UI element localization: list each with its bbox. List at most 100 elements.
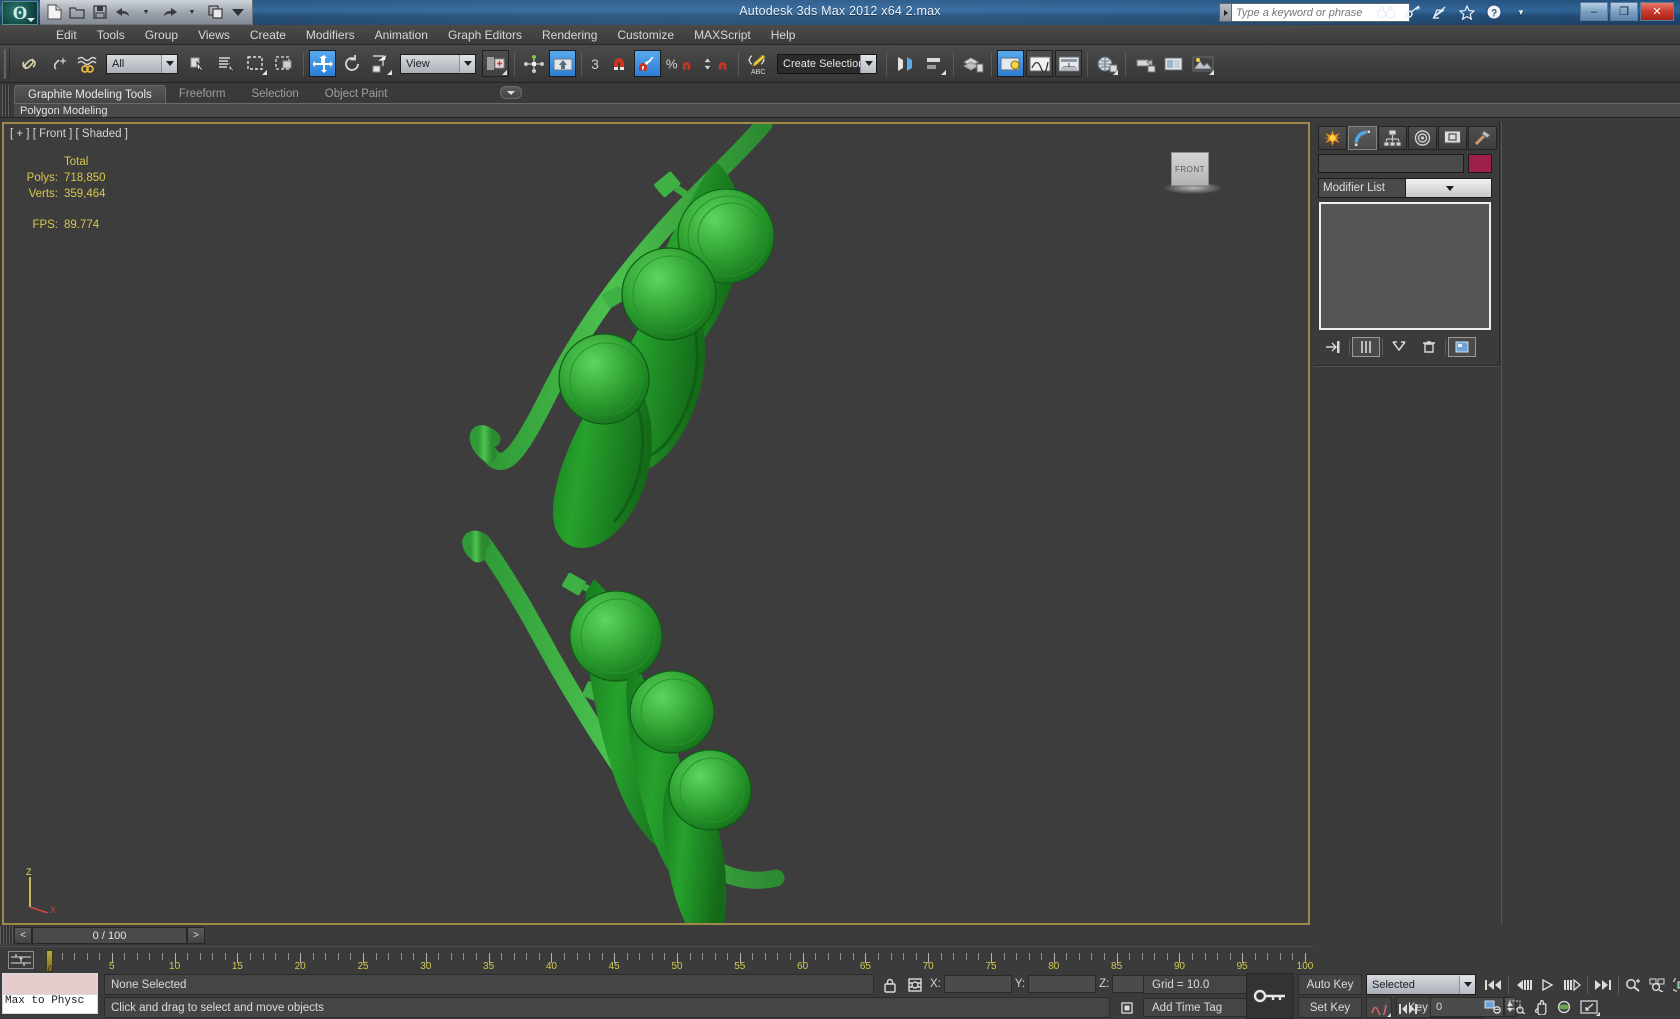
- schematic-view-icon[interactable]: [1055, 50, 1082, 77]
- restore-button[interactable]: ❐: [1610, 2, 1638, 21]
- modifier-list-dropdown[interactable]: Modifier List: [1318, 178, 1492, 198]
- menu-item-rendering[interactable]: Rendering: [532, 26, 607, 44]
- track-bar-ruler[interactable]: 5 10 15 20 25 30 35 40 45 50 55 60 65 70 75 80 85 90 95 100…: [42, 947, 1313, 974]
- select-by-name-icon[interactable]: [213, 50, 240, 77]
- select-object-icon[interactable]: [184, 50, 211, 77]
- render-production-icon[interactable]: [1189, 50, 1216, 77]
- mtp-color-swatch[interactable]: [2, 973, 98, 995]
- menu-item-edit[interactable]: Edit: [46, 26, 87, 44]
- orbit-icon[interactable]: [1554, 997, 1600, 1016]
- angle-snap-toggle-icon[interactable]: [634, 50, 661, 77]
- max-to-physical-widget[interactable]: Max to Physc: [2, 973, 100, 1019]
- set-key-mode-icon[interactable]: [1246, 973, 1294, 1019]
- layer-manager-icon[interactable]: [959, 50, 986, 77]
- material-editor-icon[interactable]: [1093, 50, 1120, 77]
- time-slider-current-frame[interactable]: 0 / 100: [32, 927, 187, 944]
- help-dropdown-icon[interactable]: ▼: [1512, 2, 1530, 22]
- toolbar-grip[interactable]: [4, 48, 10, 79]
- mini-curve-editor-icon[interactable]: [8, 951, 34, 969]
- menu-item-graph-editors[interactable]: Graph Editors: [438, 26, 532, 44]
- ribbon-overflow-chevron-down-icon[interactable]: [500, 86, 522, 99]
- spinner-snap-toggle-icon[interactable]: [699, 50, 733, 77]
- render-setup-icon[interactable]: [1131, 50, 1158, 77]
- use-selection-center-icon[interactable]: [520, 50, 547, 77]
- favorites-star-icon[interactable]: [1458, 2, 1476, 22]
- display-tab[interactable]: [1438, 126, 1467, 150]
- zoom-extents-icon[interactable]: [1671, 975, 1680, 994]
- view-cube-face[interactable]: FRONT: [1171, 152, 1209, 186]
- rendered-frame-window-icon[interactable]: [1160, 50, 1187, 77]
- play-animation-icon[interactable]: [1537, 975, 1559, 994]
- menu-item-modifiers[interactable]: Modifiers: [296, 26, 365, 44]
- view-cube[interactable]: FRONT: [1163, 152, 1223, 198]
- reference-coordinate-combo[interactable]: View: [400, 53, 476, 74]
- modifier-list-chevron-down-icon[interactable]: [1404, 179, 1491, 197]
- time-slider-prev-button[interactable]: <: [14, 927, 32, 944]
- configure-modifier-sets-icon[interactable]: [1448, 337, 1476, 357]
- viewport-front[interactable]: [ + ] [ Front ] [ Shaded ] Total Polys: …: [2, 122, 1310, 925]
- add-time-tag-button[interactable]: Add Time Tag: [1143, 998, 1255, 1017]
- go-to-start-icon[interactable]: [1482, 975, 1504, 994]
- select-and-rotate-icon[interactable]: [338, 50, 365, 77]
- select-and-uniform-scale-icon[interactable]: [367, 50, 394, 77]
- selection-lock-icon[interactable]: [905, 975, 925, 994]
- snaps-toggle-icon[interactable]: [605, 50, 632, 77]
- mirror-icon[interactable]: [549, 50, 576, 77]
- zoom-region-icon[interactable]: [1506, 997, 1600, 1016]
- menu-item-customize[interactable]: Customize: [607, 26, 684, 44]
- zoom-icon[interactable]: [1623, 975, 1645, 994]
- time-tag-icon[interactable]: [1116, 998, 1138, 1017]
- go-to-end-icon[interactable]: [1592, 975, 1614, 994]
- mirror-tool-icon[interactable]: [892, 50, 919, 77]
- select-and-link-icon[interactable]: [15, 50, 42, 77]
- modifier-stack-list[interactable]: [1319, 202, 1491, 330]
- param-curve-icon[interactable]: [1366, 997, 1392, 1018]
- motion-tab[interactable]: [1408, 126, 1437, 150]
- create-tab[interactable]: [1318, 126, 1347, 150]
- rectangular-selection-region-icon[interactable]: [242, 50, 269, 77]
- binoculars-icon[interactable]: [1377, 2, 1395, 22]
- key-filter-selection-combo[interactable]: Selected: [1366, 974, 1476, 995]
- auto-key-button[interactable]: Auto Key: [1298, 974, 1362, 995]
- selection-filter-chevron-icon[interactable]: [161, 54, 177, 73]
- tab-graphite-modeling-tools[interactable]: Graphite Modeling Tools: [14, 85, 166, 103]
- lock-selection-icon[interactable]: [880, 975, 900, 994]
- satellite-dish-icon[interactable]: [1431, 2, 1449, 22]
- key-selection-chevron-icon[interactable]: [1459, 975, 1475, 994]
- window-crossing-icon[interactable]: [271, 50, 298, 77]
- previous-frame-icon[interactable]: [1513, 975, 1535, 994]
- menu-item-animation[interactable]: Animation: [365, 26, 438, 44]
- scene-explorer-icon[interactable]: [997, 50, 1024, 77]
- tab-selection[interactable]: Selection: [238, 85, 311, 103]
- named-selection-sets-icon[interactable]: ABC: [744, 50, 771, 77]
- key-mode-toggle-icon[interactable]: [1396, 999, 1420, 1018]
- menu-item-maxscript[interactable]: MAXScript: [684, 26, 761, 44]
- utilities-tab[interactable]: [1468, 126, 1497, 150]
- menu-item-create[interactable]: Create: [240, 26, 296, 44]
- menu-item-tools[interactable]: Tools: [87, 26, 135, 44]
- next-frame-icon[interactable]: [1561, 975, 1583, 994]
- named-selection-set-combo[interactable]: Create Selection Se: [777, 53, 877, 74]
- named-selection-set-chevron-icon[interactable]: [860, 54, 876, 73]
- ribbon-grip[interactable]: [2, 85, 10, 116]
- coord-y-field[interactable]: [1028, 975, 1097, 993]
- track-bar[interactable]: 5 10 15 20 25 30 35 40 45 50 55 60 65 70 75 80 85 90 95 100…: [0, 946, 1314, 974]
- key-icon[interactable]: [1404, 2, 1422, 22]
- pin-stack-icon[interactable]: [1319, 337, 1347, 357]
- modify-tab[interactable]: [1348, 126, 1377, 150]
- bind-to-space-warp-icon[interactable]: [73, 50, 100, 77]
- tab-freeform[interactable]: Freeform: [166, 85, 239, 103]
- time-playhead[interactable]: 0: [46, 950, 53, 974]
- align-icon[interactable]: [921, 50, 948, 77]
- field-of-view-icon[interactable]: [1482, 997, 1504, 1016]
- set-key-button[interactable]: Set Key: [1298, 997, 1362, 1018]
- object-name-field[interactable]: [1318, 154, 1464, 173]
- select-and-move-icon[interactable]: [309, 50, 336, 77]
- reference-coordinate-chevron-icon[interactable]: [459, 54, 475, 73]
- minimize-button[interactable]: –: [1580, 2, 1608, 21]
- unlink-selection-icon[interactable]: [44, 50, 71, 77]
- search-dropdown-icon[interactable]: [1219, 3, 1232, 22]
- hierarchy-tab[interactable]: [1378, 126, 1407, 150]
- help-icon[interactable]: ?: [1485, 2, 1503, 22]
- make-unique-icon[interactable]: [1385, 337, 1413, 357]
